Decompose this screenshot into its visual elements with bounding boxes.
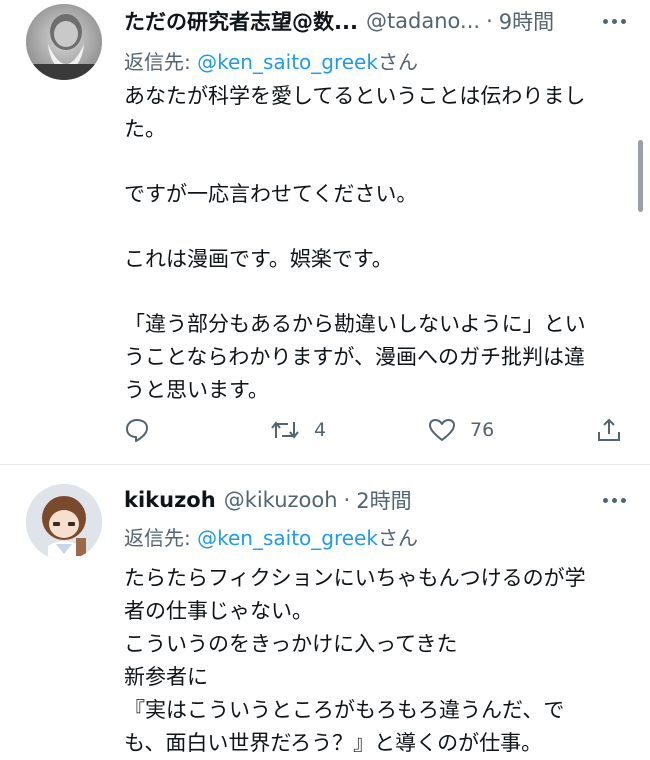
timestamp[interactable]: 9時間 bbox=[499, 6, 554, 36]
retweet-button[interactable]: 4 bbox=[270, 410, 326, 450]
reply-button[interactable] bbox=[124, 410, 150, 450]
retweet-icon bbox=[271, 421, 299, 439]
reply-icon bbox=[126, 419, 148, 442]
like-icon bbox=[429, 419, 455, 441]
avatar[interactable] bbox=[26, 484, 102, 560]
tweet-line: ですが一応言わせてください。 bbox=[124, 182, 418, 206]
tweet-line: 新参者に bbox=[124, 665, 208, 689]
tweet-line: た。 bbox=[124, 117, 166, 141]
tweet-line: これは漫画です。娯楽です。 bbox=[124, 247, 393, 271]
reply-context: 返信先: @ken_saito_greekさん bbox=[124, 46, 418, 75]
reply-prefix: 返信先: bbox=[124, 526, 198, 550]
share-button[interactable] bbox=[596, 410, 622, 450]
more-icon[interactable] bbox=[586, 482, 626, 518]
scrollbar[interactable] bbox=[638, 140, 643, 212]
reply-context: 返信先: @ken_saito_greekさん bbox=[124, 522, 418, 551]
avatar[interactable] bbox=[26, 4, 102, 80]
tweet-line: も、面白い世界だろう？』と導くのが仕事。 bbox=[124, 731, 543, 755]
more-icon[interactable] bbox=[586, 3, 626, 39]
separator: · bbox=[486, 9, 493, 33]
tweet-text: たらたらフィクションにいちゃもんつけるのが学 者の仕事じゃない。 こういうのをき… bbox=[124, 562, 624, 760]
tweet-text: あなたが科学を愛してるということは伝わりまし た。 ですが一応言わせてください。… bbox=[124, 80, 624, 407]
timestamp[interactable]: 2時間 bbox=[356, 485, 411, 515]
reply-suffix: さん bbox=[377, 50, 418, 74]
display-name[interactable]: kikuzoh bbox=[124, 488, 216, 512]
share-icon bbox=[598, 418, 620, 441]
display-name[interactable]: ただの研究者志望@数... bbox=[124, 6, 358, 36]
tweet-line: あなたが科学を愛してるということは伝わりまし bbox=[124, 84, 586, 108]
tweet-line: たらたらフィクションにいちゃもんつけるのが学 bbox=[124, 566, 586, 590]
tweet-actions: 4 76 bbox=[124, 410, 626, 450]
tweet-line: 「違う部分もあるから勘違いしないように」とい bbox=[124, 312, 586, 336]
reply-suffix: さん bbox=[377, 526, 418, 550]
separator: · bbox=[343, 488, 351, 512]
user-handle[interactable]: @tadano... bbox=[366, 9, 480, 33]
tweet[interactable]: kikuzoh @kikuzooh · 2時間 返信先: @ken_saito_… bbox=[0, 466, 650, 755]
tweet-header: kikuzoh @kikuzooh · 2時間 bbox=[124, 482, 626, 518]
reply-mention-link[interactable]: @ken_saito_greek bbox=[197, 50, 378, 74]
retweet-count: 4 bbox=[314, 419, 327, 441]
tweet-line: こういうのをきっかけに入ってきた bbox=[124, 632, 458, 656]
reply-prefix: 返信先: bbox=[124, 50, 198, 74]
tweet-line: 者の仕事じゃない。 bbox=[124, 599, 313, 623]
tweet-header: ただの研究者志望@数... @tadano... · 9時間 bbox=[124, 3, 626, 39]
user-handle[interactable]: @kikuzooh bbox=[224, 488, 338, 512]
tweet-line: うことならわかりますが、漫画へのガチ批判は違 bbox=[124, 345, 585, 369]
tweet[interactable]: ただの研究者志望@数... @tadano... · 9時間 返信先: @ken… bbox=[0, 0, 650, 465]
tweet-line: うと思います。 bbox=[124, 378, 269, 402]
tweet-divider bbox=[0, 464, 650, 465]
tweet-line: 『実はこういうところがもろもろ違うんだ、で bbox=[124, 698, 565, 722]
reply-mention-link[interactable]: @ken_saito_greek bbox=[197, 526, 378, 550]
like-button[interactable]: 76 bbox=[428, 410, 494, 450]
like-count: 76 bbox=[470, 419, 495, 441]
